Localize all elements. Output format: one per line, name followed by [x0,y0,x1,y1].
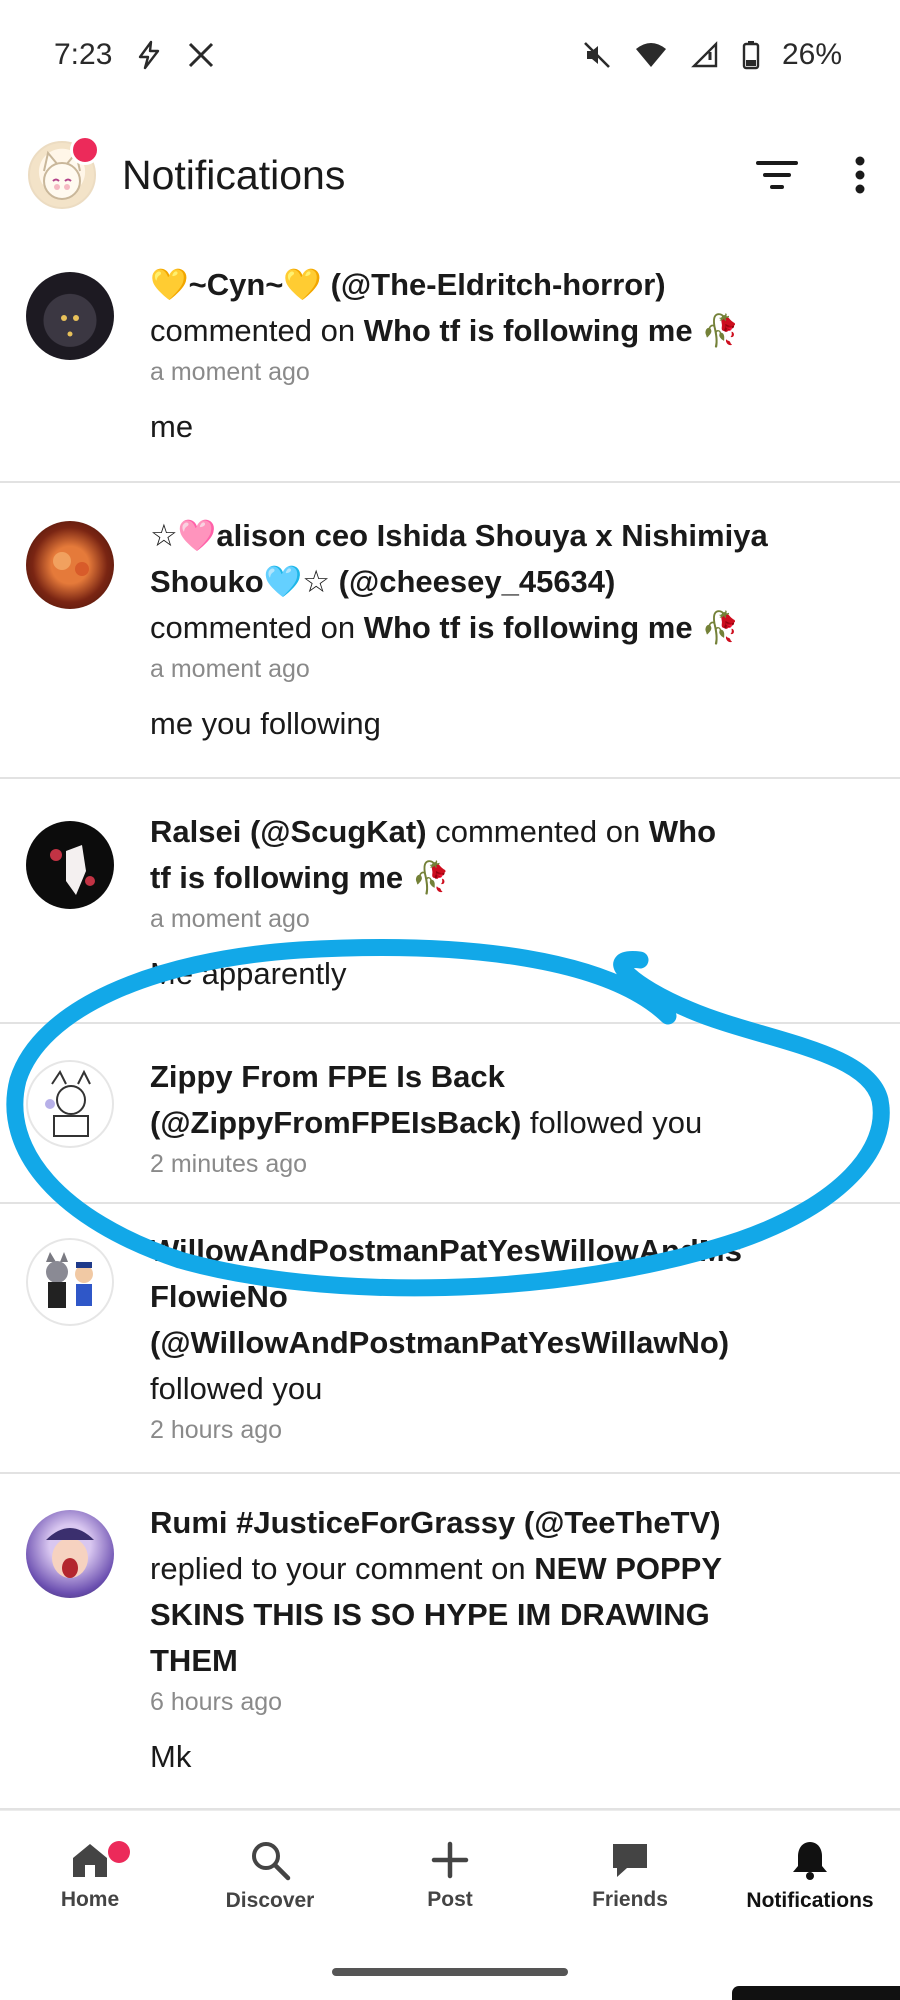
notification-target-line-2[interactable]: tf is following me 🥀 [150,855,860,901]
nav-post-label: Post [427,1888,473,1911]
notification-user-line-2[interactable]: Shouko🩵☆ (@cheesey_45634) [150,559,860,605]
notification-action: replied to your comment on [150,1551,526,1586]
notification-action: commented on [435,814,641,849]
mute-icon [582,40,612,70]
app-header: Notifications [0,120,900,230]
nav-friends[interactable]: Friends [540,1811,720,1941]
home-notification-badge [108,1841,130,1863]
notification-text: (@ZippyFromFPEIsBack) followed you [150,1100,860,1146]
notification-user-line-2[interactable]: FlowieNo [150,1274,860,1320]
chat-bubble-icon [613,1844,647,1877]
notification-item[interactable]: ☆🩷alison ceo Ishida Shouya x Nishimiya S… [0,483,900,779]
comment-preview: me you following [150,706,381,741]
comment-preview: Mk [150,1739,192,1774]
user-avatar[interactable] [26,1060,114,1148]
profile-avatar[interactable] [28,135,100,209]
notification-target[interactable]: Who tf is following me 🥀 [364,610,740,645]
more-options-button[interactable] [854,155,866,195]
user-avatar[interactable] [26,272,114,360]
notification-text: commented on Who tf is following me 🥀 [150,308,860,354]
notification-user-line-3[interactable]: (@WillowAndPostmanPatYesWillawNo) [150,1320,860,1366]
plus-icon [431,1841,469,1879]
notification-time: 2 minutes ago [150,1150,308,1178]
corner-overlay-bar [732,1986,900,2000]
nav-post[interactable]: Post [360,1811,540,1941]
notification-user[interactable]: Ralsei (@ScugKat) [150,814,427,849]
user-avatar[interactable] [26,1510,114,1598]
gesture-navigation-bar[interactable] [332,1968,568,1976]
nav-notifications-label: Notifications [746,1889,874,1912]
notification-item[interactable]: Rumi #JusticeForGrassy (@TeeTheTV) repli… [0,1474,900,1810]
status-time: 7:23 [54,38,113,71]
notification-action: commented on [150,313,356,348]
wifi-icon [634,40,668,70]
filter-button[interactable] [756,158,798,192]
nav-notifications[interactable]: Notifications [720,1811,900,1941]
status-bar: 7:23 26% [0,0,900,110]
notification-user-line-1[interactable]: Zippy From FPE Is Back [150,1054,860,1100]
notification-text: commented on Who tf is following me 🥀 [150,605,860,651]
battery-percent: 26% [781,38,842,71]
notification-time: 6 hours ago [150,1688,283,1716]
cellular-signal-icon [690,40,720,70]
bottom-navigation: Home Discover Post Friends Notifications [0,1810,900,1941]
comment-preview: Me apparently [150,956,347,991]
more-vertical-icon [855,156,865,194]
notification-time: a moment ago [150,358,310,386]
header-actions [756,155,866,195]
home-icon [73,1844,107,1877]
status-left: 7:23 [54,38,216,72]
notification-target-line-1[interactable]: Who [649,814,716,849]
notification-user[interactable]: Rumi #JusticeForGrassy (@TeeTheTV) [150,1500,860,1546]
notification-user-line-1[interactable]: WillowAndPostmanPatYesWillowAndMs [150,1228,860,1274]
notification-user-line-1[interactable]: ☆🩷alison ceo Ishida Shouya x Nishimiya [150,513,860,559]
notification-feed: 💛~Cyn~💛 (@The-Eldritch-horror) commented… [0,230,900,1810]
nav-home[interactable]: Home [0,1811,180,1941]
notification-text: replied to your comment on NEW POPPY [150,1546,860,1592]
notification-target-line-2[interactable]: SKINS THIS IS SO HYPE IM DRAWING [150,1592,860,1638]
notification-time: a moment ago [150,655,310,683]
nav-discover-label: Discover [225,1889,315,1912]
bell-icon [793,1842,827,1880]
notification-time: 2 hours ago [150,1416,283,1444]
notification-user[interactable]: 💛~Cyn~💛 (@The-Eldritch-horror) [150,262,860,308]
notification-time: a moment ago [150,905,310,933]
user-avatar[interactable] [26,521,114,609]
notification-target-line-1[interactable]: NEW POPPY [534,1551,722,1586]
notification-action: followed you [529,1105,703,1140]
flash-icon [134,40,164,70]
notification-text: Ralsei (@ScugKat) commented on Who [150,809,860,855]
notification-action: followed you [150,1371,323,1406]
search-icon [252,1842,291,1881]
battery-icon [742,40,760,70]
user-avatar[interactable] [26,821,114,909]
notification-item[interactable]: Ralsei (@ScugKat) commented on Who tf is… [0,779,900,1024]
page-title: Notifications [122,151,346,198]
notification-item[interactable]: Zippy From FPE Is Back (@ZippyFromFPEIsB… [0,1024,900,1204]
nav-home-label: Home [60,1888,120,1911]
notification-item[interactable]: 💛~Cyn~💛 (@The-Eldritch-horror) commented… [0,230,900,483]
user-avatar[interactable] [26,1238,114,1326]
nav-friends-label: Friends [592,1888,668,1911]
profile-notification-badge [70,135,100,165]
status-right: 26% [582,38,842,72]
nav-discover[interactable]: Discover [180,1811,360,1941]
x-logo-icon [186,40,216,70]
notification-item[interactable]: WillowAndPostmanPatYesWillowAndMs Flowie… [0,1204,900,1474]
filter-icon [756,161,798,189]
comment-preview: me [150,409,194,444]
notification-action: commented on [150,610,356,645]
notification-target-line-3[interactable]: THEM [150,1638,860,1684]
notification-user-line-2[interactable]: (@ZippyFromFPEIsBack) [150,1105,521,1140]
notification-target[interactable]: Who tf is following me 🥀 [364,313,740,348]
